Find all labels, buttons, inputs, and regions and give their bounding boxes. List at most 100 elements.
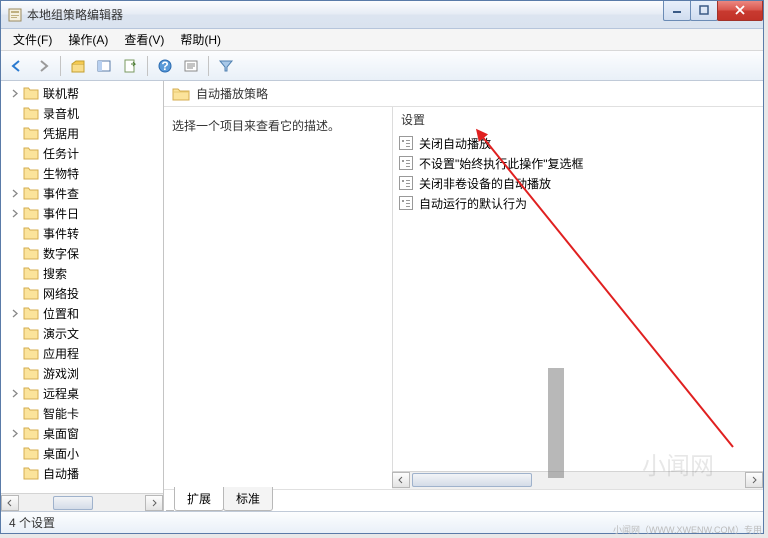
tree-item-label: 录音机	[43, 105, 79, 122]
scroll-thumb[interactable]	[412, 473, 532, 487]
folder-icon	[23, 386, 39, 400]
folder-icon	[23, 126, 39, 140]
tree-item[interactable]: 事件日	[1, 203, 163, 223]
folder-icon	[23, 246, 39, 260]
tree-item[interactable]: 游戏浏	[1, 363, 163, 383]
tree-item-label: 数字保	[43, 245, 79, 262]
tab-extended[interactable]: 扩展	[174, 487, 224, 511]
folder-icon	[23, 266, 39, 280]
folder-icon	[23, 86, 39, 100]
tree-item-label: 远程桌	[43, 385, 79, 402]
folder-icon	[23, 226, 39, 240]
forward-button[interactable]	[31, 54, 55, 78]
content-hscrollbar[interactable]	[392, 471, 763, 489]
expander-icon[interactable]	[9, 187, 21, 199]
tree-item-label: 桌面窗	[43, 425, 79, 442]
tree-item[interactable]: 位置和	[1, 303, 163, 323]
tree-item-label: 游戏浏	[43, 365, 79, 382]
scroll-right-button[interactable]	[745, 472, 763, 488]
close-button[interactable]	[717, 1, 763, 21]
tree-item[interactable]: 自动播	[1, 463, 163, 483]
setting-item[interactable]: 关闭非卷设备的自动播放	[397, 173, 759, 193]
status-bar: 4 个设置	[1, 511, 763, 533]
app-window: 本地组策略编辑器 文件(F) 操作(A) 查看(V) 帮助(H)	[0, 0, 764, 534]
expander-icon[interactable]	[9, 307, 21, 319]
tree-item[interactable]: 搜索	[1, 263, 163, 283]
folder-icon	[23, 426, 39, 440]
tree-item[interactable]: 应用程	[1, 343, 163, 363]
tree-item[interactable]: 录音机	[1, 103, 163, 123]
tree-item[interactable]: 智能卡	[1, 403, 163, 423]
tree-item-label: 智能卡	[43, 405, 79, 422]
tree-item-label: 搜索	[43, 265, 67, 282]
tree-item-label: 任务计	[43, 145, 79, 162]
tree-item[interactable]: 生物特	[1, 163, 163, 183]
show-hide-tree-button[interactable]	[92, 54, 116, 78]
tree-item[interactable]: 凭据用	[1, 123, 163, 143]
scroll-left-button[interactable]	[1, 495, 19, 511]
expander-icon[interactable]	[9, 387, 21, 399]
tree-item[interactable]: 网络投	[1, 283, 163, 303]
tabs: 扩展 标准	[164, 489, 763, 511]
folder-icon	[23, 326, 39, 340]
scroll-track[interactable]	[410, 472, 745, 488]
up-button[interactable]	[66, 54, 90, 78]
tree-item[interactable]: 桌面小	[1, 443, 163, 463]
menu-view[interactable]: 查看(V)	[116, 29, 172, 50]
expander-icon[interactable]	[9, 207, 21, 219]
tree-item[interactable]: 事件查	[1, 183, 163, 203]
expander-icon[interactable]	[9, 427, 21, 439]
tree-item-label: 凭据用	[43, 125, 79, 142]
tree-item[interactable]: 事件转	[1, 223, 163, 243]
setting-item[interactable]: 自动运行的默认行为	[397, 193, 759, 213]
toolbar-separator	[208, 56, 209, 76]
settings-header[interactable]: 设置	[393, 107, 763, 131]
menu-file[interactable]: 文件(F)	[5, 29, 60, 50]
scroll-track[interactable]	[19, 495, 145, 511]
tree-item[interactable]: 数字保	[1, 243, 163, 263]
policy-icon	[399, 196, 413, 210]
policy-icon	[399, 156, 413, 170]
tree-item-label: 网络投	[43, 285, 79, 302]
expander-icon[interactable]	[9, 87, 21, 99]
folder-icon	[23, 306, 39, 320]
setting-item[interactable]: 关闭自动播放	[397, 133, 759, 153]
maximize-button[interactable]	[690, 1, 718, 21]
tree-item[interactable]: 任务计	[1, 143, 163, 163]
help-button[interactable]: ?	[153, 54, 177, 78]
toolbar-separator	[147, 56, 148, 76]
tree-item[interactable]: 远程桌	[1, 383, 163, 403]
svg-text:?: ?	[161, 59, 168, 73]
tree-item-label: 联机帮	[43, 85, 79, 102]
menu-action[interactable]: 操作(A)	[60, 29, 116, 50]
tree-item[interactable]: 联机帮	[1, 83, 163, 103]
back-button[interactable]	[5, 54, 29, 78]
tree-item-label: 演示文	[43, 325, 79, 342]
minimize-button[interactable]	[663, 1, 691, 21]
folder-icon	[23, 146, 39, 160]
description-column: 选择一个项目来查看它的描述。	[164, 107, 392, 471]
tree-item[interactable]: 演示文	[1, 323, 163, 343]
policy-icon	[399, 176, 413, 190]
filter-button[interactable]	[214, 54, 238, 78]
folder-icon	[23, 286, 39, 300]
tree-item[interactable]: 桌面窗	[1, 423, 163, 443]
scroll-left-button[interactable]	[392, 472, 410, 488]
scroll-thumb[interactable]	[53, 496, 93, 510]
folder-icon	[172, 86, 190, 102]
content-panel: 自动播放策略 选择一个项目来查看它的描述。 设置 关闭自动播放不设置"始终执行此…	[164, 81, 763, 511]
content-header: 自动播放策略	[164, 81, 763, 107]
setting-item[interactable]: 不设置"始终执行此操作"复选框	[397, 153, 759, 173]
export-button[interactable]	[118, 54, 142, 78]
scroll-right-button[interactable]	[145, 495, 163, 511]
tree-item-label: 生物特	[43, 165, 79, 182]
tree-item-label: 桌面小	[43, 445, 79, 462]
tree-item-label: 事件转	[43, 225, 79, 242]
menu-help[interactable]: 帮助(H)	[172, 29, 229, 50]
tree-item-label: 位置和	[43, 305, 79, 322]
tab-standard[interactable]: 标准	[223, 487, 273, 511]
tree-hscrollbar[interactable]	[1, 493, 163, 511]
setting-label: 自动运行的默认行为	[419, 195, 527, 212]
properties-button[interactable]	[179, 54, 203, 78]
folder-icon	[23, 366, 39, 380]
